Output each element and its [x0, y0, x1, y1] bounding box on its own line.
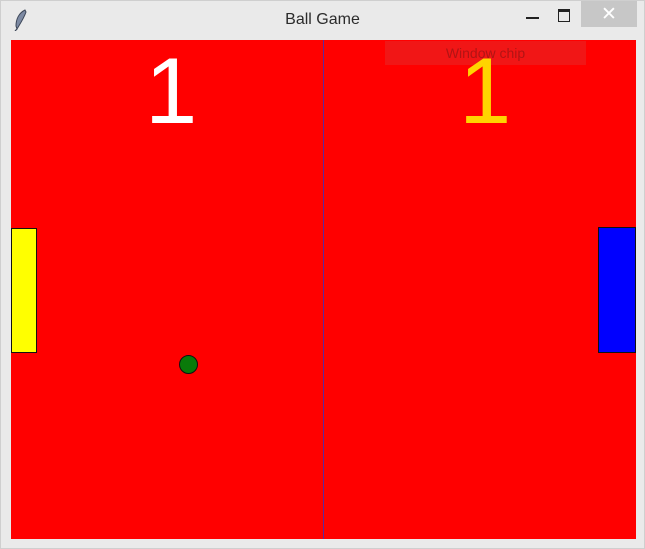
- minimize-icon: [526, 17, 539, 19]
- score-left: 1: [145, 40, 198, 143]
- app-window: Ball Game ✕ 1 Window chip 1: [0, 0, 645, 549]
- right-paddle: [598, 227, 636, 353]
- window-title: Ball Game: [285, 11, 360, 28]
- maximize-icon: [558, 9, 570, 22]
- score-right: 1: [459, 40, 512, 143]
- close-icon: ✕: [601, 3, 617, 25]
- close-button[interactable]: ✕: [581, 1, 637, 27]
- game-canvas[interactable]: 1 Window chip 1: [11, 40, 636, 539]
- ball: [179, 355, 198, 374]
- maximize-button[interactable]: [550, 1, 578, 27]
- title-bar[interactable]: Ball Game ✕: [1, 1, 644, 39]
- left-paddle: [11, 228, 37, 353]
- center-line: [323, 40, 324, 539]
- minimize-button[interactable]: [519, 1, 547, 27]
